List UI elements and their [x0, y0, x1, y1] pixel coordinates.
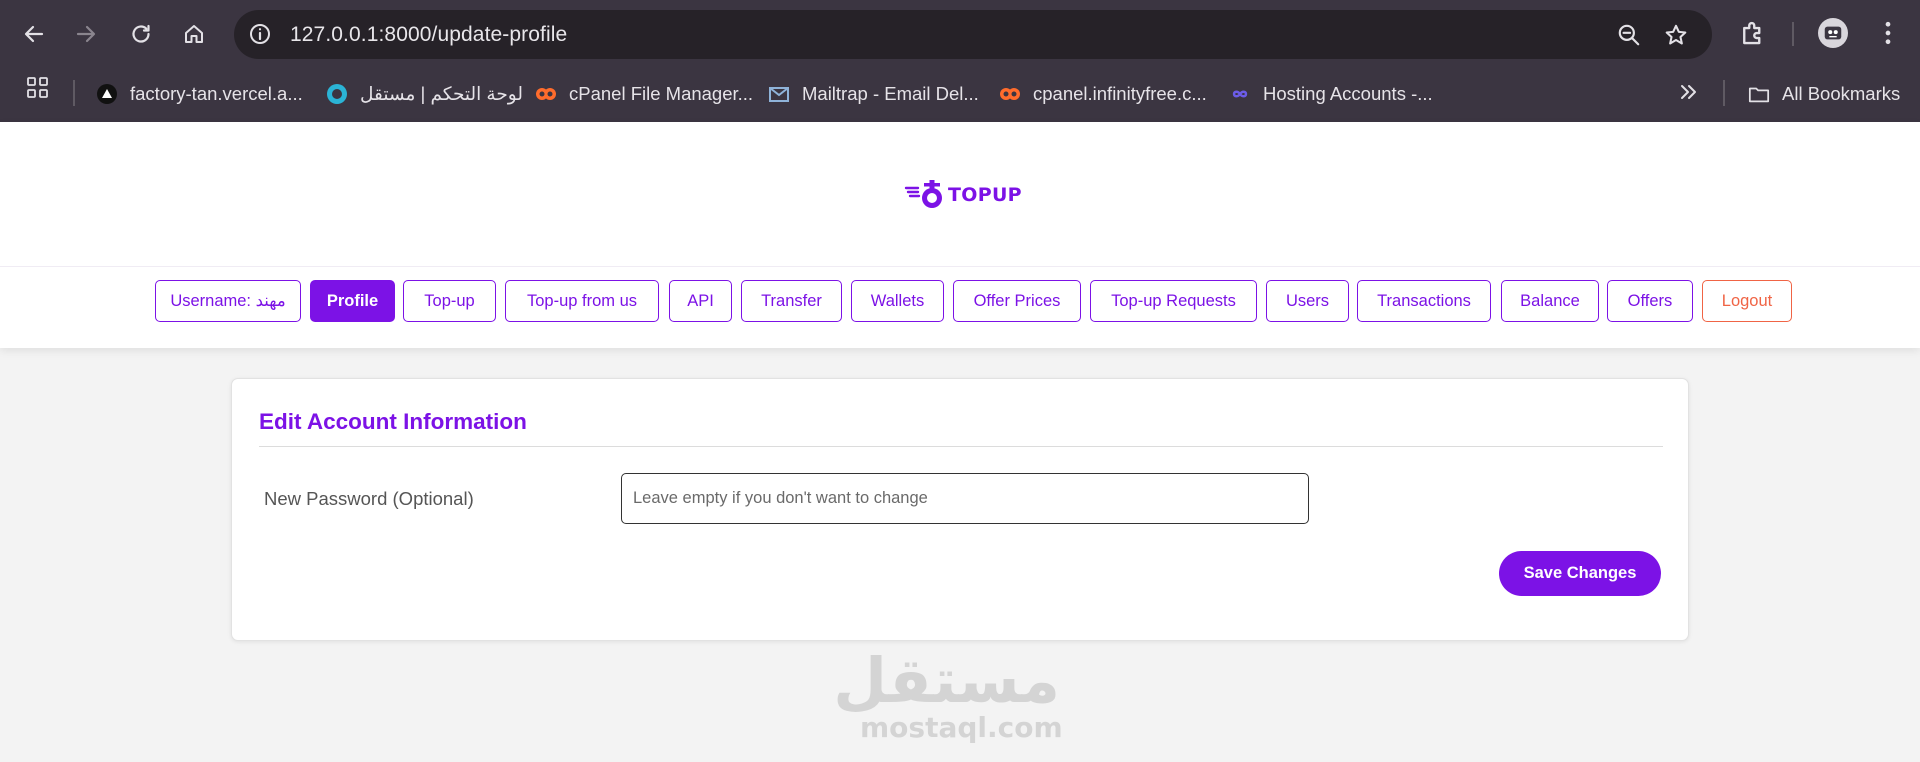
toolbar-divider: [1792, 22, 1794, 46]
zoom-icon[interactable]: [1616, 22, 1642, 48]
bookmarks-divider: [73, 80, 75, 106]
main-nav: Username: مهند Profile Top-up Top-up fro…: [0, 280, 1920, 322]
bookmarks-bar: factory-tan.vercel.a... لوحة التحكم | مس…: [0, 68, 1920, 122]
new-password-label: New Password (Optional): [264, 488, 474, 509]
reload-button[interactable]: [123, 16, 159, 52]
mostaql-icon: [326, 83, 348, 105]
nav-transactions[interactable]: Transactions: [1357, 280, 1491, 322]
browser-toolbar: 127.0.0.1:8000/update-profile: [0, 0, 1920, 68]
apps-grid-icon[interactable]: [26, 76, 50, 100]
forward-button[interactable]: [68, 16, 104, 52]
nav-users[interactable]: Users: [1266, 280, 1349, 322]
nav-topup-from-us[interactable]: Top-up from us: [505, 280, 659, 322]
nav-topup-requests[interactable]: Top-up Requests: [1090, 280, 1257, 322]
logo-text: TOPUP: [948, 184, 1022, 206]
nav-balance[interactable]: Balance: [1501, 280, 1599, 322]
infinity-icon: [1229, 83, 1251, 105]
bookmark-hosting-accounts[interactable]: Hosting Accounts -...: [1229, 78, 1433, 110]
watermark-latin: mostaql.com: [860, 711, 1063, 744]
bookmarks-divider: [1723, 80, 1725, 106]
site-info-icon[interactable]: [248, 22, 272, 46]
bookmark-cpanel-infinityfree[interactable]: cpanel.infinityfree.c...: [999, 78, 1207, 110]
reload-icon: [132, 24, 150, 43]
save-changes-button[interactable]: Save Changes: [1499, 551, 1661, 596]
bookmark-mostaql[interactable]: لوحة التحكم | مستقل: [326, 78, 523, 110]
bookmark-mailtrap[interactable]: Mailtrap - Email Del...: [768, 78, 979, 110]
back-button[interactable]: [16, 16, 52, 52]
cpanel-icon: [999, 83, 1021, 105]
home-icon: [185, 25, 203, 43]
bookmark-cpanel-file-manager[interactable]: cPanel File Manager...: [535, 78, 753, 110]
nav-offer-prices[interactable]: Offer Prices: [953, 280, 1081, 322]
home-button[interactable]: [176, 16, 212, 52]
watermark-arabic: مستقل: [833, 644, 1060, 717]
mailtrap-icon: [768, 83, 790, 105]
address-bar[interactable]: 127.0.0.1:8000/update-profile: [234, 10, 1712, 59]
mostaql-watermark: مستقل mostaql.com: [833, 644, 1063, 744]
arrow-left-icon: [24, 25, 44, 43]
menu-dots-icon[interactable]: [1873, 18, 1903, 48]
logo-icon: [904, 180, 942, 208]
chevrons-right-icon[interactable]: [1676, 80, 1700, 104]
site-logo[interactable]: TOPUP: [904, 179, 1022, 211]
profile-icon: [1824, 26, 1842, 40]
header-divider: [0, 266, 1920, 267]
nav-logout[interactable]: Logout: [1702, 280, 1792, 322]
folder-icon: [1748, 83, 1770, 105]
cpanel-icon: [535, 83, 557, 105]
extensions-icon[interactable]: [1738, 18, 1768, 48]
nav-api[interactable]: API: [669, 280, 732, 322]
browser-chrome: 127.0.0.1:8000/update-profile factory-ta…: [0, 0, 1920, 122]
url-text[interactable]: 127.0.0.1:8000/update-profile: [290, 23, 567, 47]
star-icon[interactable]: [1663, 22, 1689, 48]
arrow-right-icon: [76, 25, 96, 43]
nav-offers[interactable]: Offers: [1607, 280, 1693, 322]
nav-transfer[interactable]: Transfer: [741, 280, 842, 322]
card-title: Edit Account Information: [259, 409, 527, 434]
all-bookmarks[interactable]: All Bookmarks: [1748, 78, 1900, 110]
card-divider: [259, 446, 1663, 447]
vercel-icon: [96, 83, 118, 105]
nav-profile[interactable]: Profile: [310, 280, 395, 322]
nav-wallets[interactable]: Wallets: [851, 280, 944, 322]
new-password-input[interactable]: [621, 473, 1309, 524]
nav-username[interactable]: Username: مهند: [155, 280, 301, 322]
edit-account-card: Edit Account Information New Password (O…: [231, 378, 1689, 641]
site-header: TOPUP Username: مهند Profile Top-up Top-…: [0, 122, 1920, 348]
profile-avatar[interactable]: [1818, 18, 1848, 48]
nav-topup[interactable]: Top-up: [403, 280, 496, 322]
bookmark-factory[interactable]: factory-tan.vercel.a...: [96, 78, 303, 110]
